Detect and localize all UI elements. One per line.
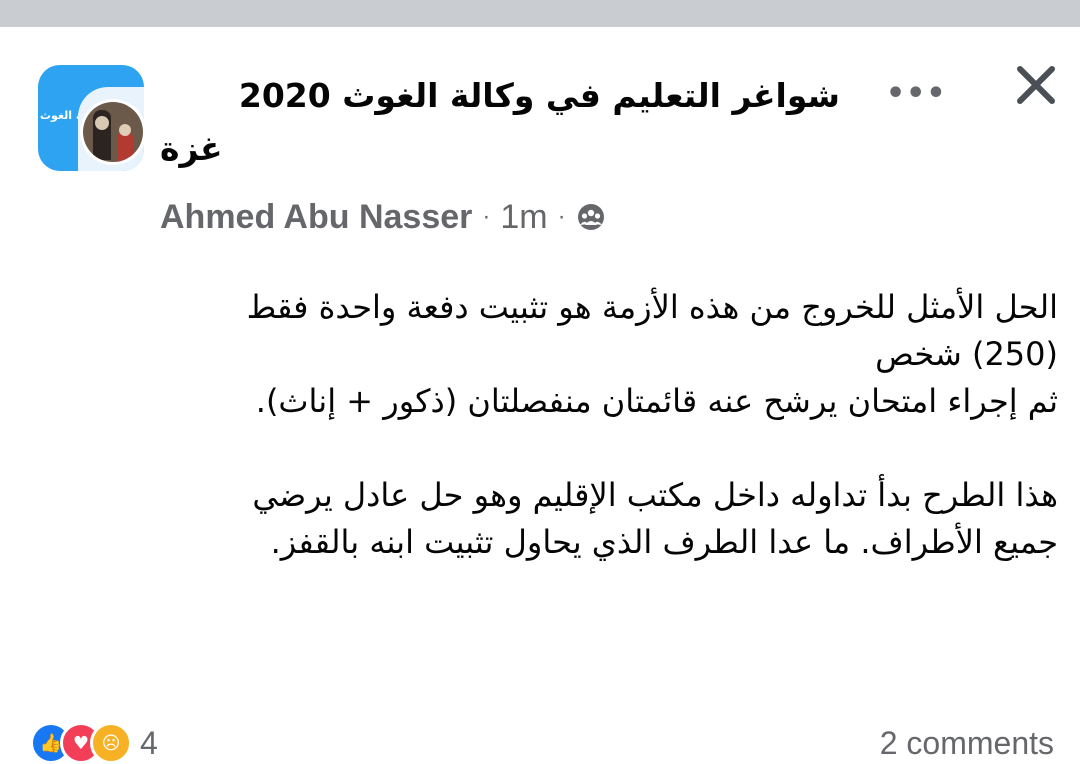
post-text-line: ثم إجراء امتحان يرشح عنه قائمتان منفصلتا… — [255, 382, 1058, 420]
post-card: وكالة الغوث شواغر التعليم في وكالة الغوث… — [0, 27, 1080, 764]
post-text-line: هذا الطرح بدأ تداوله داخل مكتب الإقليم و… — [252, 476, 1058, 514]
avatar-figure-2 — [117, 132, 133, 162]
avatar-figure-2-head — [119, 124, 131, 136]
post-body: الحل الأمثل للخروج من هذه الأزمة هو تثبي… — [30, 284, 1058, 566]
more-dots-icon: ••• — [886, 76, 947, 111]
more-options-button[interactable]: ••• — [886, 79, 946, 115]
group-members-icon[interactable] — [576, 202, 606, 232]
reactions-summary[interactable]: 👍 ♥ ☹ 4 — [30, 722, 158, 764]
top-strip — [0, 0, 1080, 27]
close-icon — [1017, 66, 1055, 104]
group-name[interactable]: شواغر التعليم في وكالة الغوث 2020 — [160, 70, 840, 122]
user-avatar[interactable] — [80, 99, 146, 165]
post-text-line: (250) شخص — [875, 335, 1058, 373]
close-button[interactable] — [1008, 57, 1064, 113]
sad-reaction-icon: ☹ — [90, 722, 132, 764]
meta-separator: · — [482, 203, 491, 230]
reaction-count[interactable]: 4 — [140, 725, 158, 762]
post-text-line: جميع الأطراف. ما عدا الطرف الذي يحاول تث… — [270, 523, 1058, 561]
post-time[interactable]: 1m — [500, 198, 547, 237]
meta-separator: · — [557, 203, 566, 230]
post-meta: Ahmed Abu Nasser · 1m · — [160, 195, 606, 239]
avatar-figure-1-head — [95, 116, 109, 130]
post-text-line: الحل الأمثل للخروج من هذه الأزمة هو تثبي… — [246, 288, 1058, 326]
comments-count[interactable]: 2 comments — [880, 725, 1054, 762]
author-name[interactable]: Ahmed Abu Nasser — [160, 198, 472, 237]
user-avatar-photo — [83, 102, 143, 162]
group-name-line2[interactable]: غزة — [160, 123, 223, 175]
